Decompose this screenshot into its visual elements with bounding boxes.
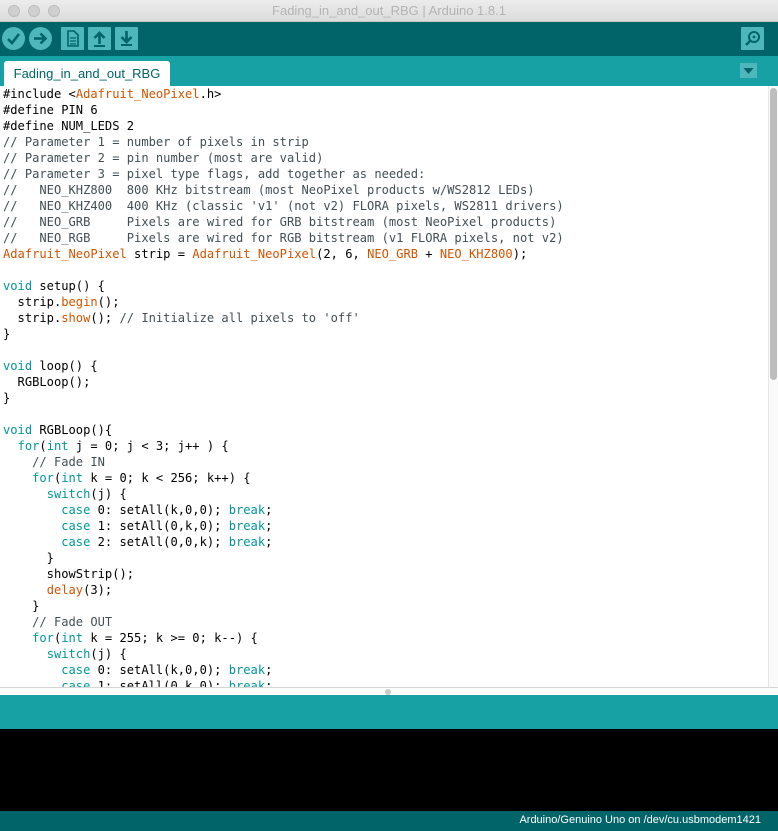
code-line[interactable]: strip.begin(); — [3, 295, 120, 309]
arrow-right-icon — [34, 32, 48, 45]
code-line[interactable]: // Parameter 1 = number of pixels in str… — [3, 135, 309, 149]
code-line[interactable]: delay(3); — [3, 583, 113, 597]
code-line[interactable]: // Parameter 2 = pin number (most are va… — [3, 151, 323, 165]
code-line[interactable]: case 2: setAll(0,0,k); break; — [3, 535, 272, 549]
code-line[interactable]: for(int k = 255; k >= 0; k--) { — [3, 631, 258, 645]
save-sketch-button[interactable] — [115, 27, 138, 50]
document-icon — [67, 30, 79, 47]
window-title: Fading_in_and_out_RBG | Arduino 1.8.1 — [272, 3, 506, 18]
code-line[interactable]: // Parameter 3 = pixel type flags, add t… — [3, 167, 425, 181]
arrow-up-icon — [93, 31, 106, 47]
code-line[interactable]: void setup() { — [3, 279, 105, 293]
code-line[interactable]: void RGBLoop(){ — [3, 423, 112, 437]
code-line[interactable]: #define PIN 6 — [3, 103, 98, 117]
footer-bar: Arduino/Genuino Uno on /dev/cu.usbmodem1… — [0, 811, 778, 831]
code-line[interactable]: case 1: setAll(0,k,0); break; — [3, 679, 272, 687]
tab-sketch[interactable]: Fading_in_and_out_RBG — [4, 61, 170, 86]
code-line[interactable]: switch(j) { — [3, 487, 127, 501]
code-line[interactable]: case 0: setAll(k,0,0); break; — [3, 503, 272, 517]
code-line[interactable]: for(int j = 0; j < 3; j++ ) { — [3, 439, 229, 453]
code-line[interactable]: // Fade OUT — [3, 615, 112, 629]
arrow-down-icon — [120, 31, 133, 46]
code-line[interactable]: } — [3, 391, 10, 405]
code-line[interactable]: for(int k = 0; k < 256; k++) { — [3, 471, 250, 485]
console-output — [0, 729, 778, 811]
code-line[interactable]: // Fade IN — [3, 455, 105, 469]
code-line[interactable]: // NEO_KHZ400 400 KHz (classic 'v1' (not… — [3, 199, 564, 213]
code-line[interactable]: RGBLoop(); — [3, 375, 91, 389]
upload-button[interactable] — [29, 27, 52, 50]
code-line[interactable]: switch(j) { — [3, 647, 127, 661]
code-line[interactable]: #include <Adafruit_NeoPixel.h> — [3, 87, 221, 101]
open-sketch-button[interactable] — [88, 27, 111, 50]
pane-divider[interactable] — [0, 687, 778, 695]
code-line[interactable]: showStrip(); — [3, 567, 134, 581]
code-line[interactable]: } — [3, 599, 39, 613]
code-line[interactable]: } — [3, 551, 54, 565]
code-editor[interactable]: #include <Adafruit_NeoPixel.h> #define P… — [0, 86, 768, 687]
check-icon — [7, 33, 21, 45]
code-line[interactable]: Adafruit_NeoPixel strip = Adafruit_NeoPi… — [3, 247, 527, 261]
code-line[interactable]: void loop() { — [3, 359, 98, 373]
magnifier-icon — [745, 31, 760, 46]
tab-menu-button[interactable] — [740, 63, 757, 78]
serial-monitor-button[interactable] — [741, 27, 764, 50]
editor-scrollbar[interactable] — [768, 86, 778, 687]
tab-bar: Fading_in_and_out_RBG — [0, 56, 778, 86]
board-port-label: Arduino/Genuino Uno on /dev/cu.usbmodem1… — [519, 814, 761, 826]
code-line[interactable]: #define NUM_LEDS 2 — [3, 119, 134, 133]
code-line[interactable]: strip.show(); // Initialize all pixels t… — [3, 311, 360, 325]
new-sketch-button[interactable] — [61, 27, 84, 50]
code-line[interactable]: // NEO_KHZ800 800 KHz bitstream (most Ne… — [3, 183, 535, 197]
code-line[interactable]: case 0: setAll(k,0,0); break; — [3, 663, 272, 677]
title-bar: Fading_in_and_out_RBG | Arduino 1.8.1 — [0, 0, 778, 22]
verify-button[interactable] — [2, 27, 25, 50]
code-line[interactable]: case 1: setAll(0,k,0); break; — [3, 519, 272, 533]
code-line[interactable]: // NEO_RGB Pixels are wired for RGB bits… — [3, 231, 564, 245]
code-text[interactable]: #include <Adafruit_NeoPixel.h> #define P… — [0, 86, 768, 687]
toolbar — [0, 22, 778, 56]
code-line[interactable]: } — [3, 327, 10, 341]
code-line[interactable]: // NEO_GRB Pixels are wired for GRB bits… — [3, 215, 556, 229]
chevron-down-icon — [743, 68, 754, 74]
scrollbar-thumb[interactable] — [770, 88, 777, 380]
message-area — [0, 695, 778, 729]
